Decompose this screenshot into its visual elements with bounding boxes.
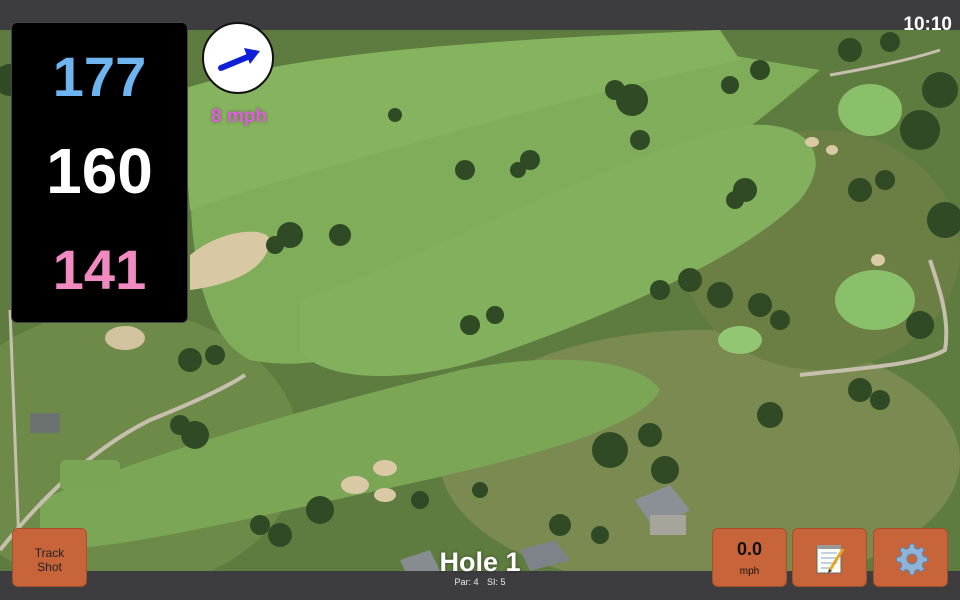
wind-speed-unit: mph xyxy=(739,566,760,577)
wind-speed-button[interactable]: 0.0 mph xyxy=(712,528,787,587)
hole-title: Hole 1 xyxy=(439,547,521,577)
track-shot-button[interactable]: Track Shot xyxy=(12,528,87,587)
notes-button[interactable] xyxy=(792,528,867,587)
wind-speed-value: 0.0 xyxy=(736,539,763,559)
hole-stroke-index: SI: 5 xyxy=(487,577,506,587)
notepad-icon xyxy=(816,545,845,574)
wind-speed-label: 8 mph xyxy=(211,106,267,127)
gear-icon xyxy=(896,543,928,575)
wind-direction-indicator xyxy=(202,22,274,94)
front-green-distance: 141 xyxy=(52,238,147,301)
middle-green-distance: 160 xyxy=(46,135,153,207)
hole-info: Par: 4 SI: 5 xyxy=(400,577,560,587)
arrow-right-icon xyxy=(218,48,260,71)
hole-par: Par: 4 xyxy=(454,577,479,587)
settings-button[interactable] xyxy=(873,528,948,587)
track-shot-label: Track Shot xyxy=(34,546,65,574)
yardage-panel: 177 160 141 xyxy=(11,22,188,323)
back-green-distance: 177 xyxy=(52,45,147,108)
